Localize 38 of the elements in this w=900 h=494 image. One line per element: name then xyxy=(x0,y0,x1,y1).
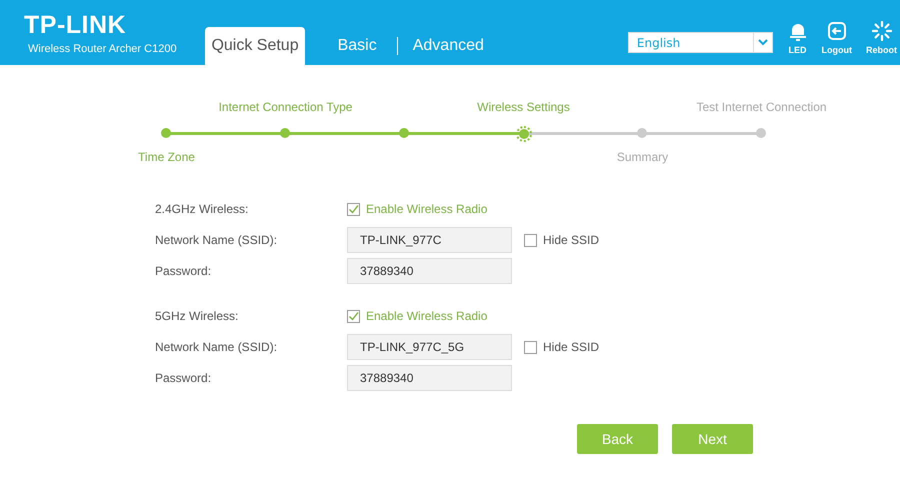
field-label: 2.4GHz Wireless: xyxy=(155,202,250,216)
checkbox[interactable] xyxy=(347,310,360,322)
model-name: Wireless Router Archer C1200 xyxy=(28,43,178,55)
reboot-button[interactable]: Reboot xyxy=(863,21,900,55)
nav-tab[interactable]: Quick Setup xyxy=(205,27,305,65)
step-label: Internet Connection Type xyxy=(218,100,352,116)
field-label: Network Name (SSID): xyxy=(155,340,278,354)
led-button[interactable]: LED xyxy=(784,21,810,55)
checkbox[interactable] xyxy=(524,234,537,246)
input-field[interactable]: TP-LINK_977C xyxy=(347,227,512,253)
nav-tab[interactable]: Advanced xyxy=(402,27,495,65)
reboot-icon xyxy=(872,21,892,41)
field-label: Password: xyxy=(155,371,212,385)
step-label: Time Zone xyxy=(138,150,195,166)
caret-icon xyxy=(758,39,768,46)
nav-tab[interactable]: Basic xyxy=(326,27,388,65)
language-select[interactable]: English xyxy=(628,32,772,53)
back-button[interactable]: Back xyxy=(577,424,658,454)
logout-icon xyxy=(826,21,847,41)
step-label: Test Internet Connection xyxy=(696,100,827,116)
field-label: Network Name (SSID): xyxy=(155,233,278,247)
field-label: 5GHz Wireless: xyxy=(155,309,240,323)
enable-radio-checkbox[interactable]: Enable Wireless Radio xyxy=(347,309,488,323)
logo: TP-LINK xyxy=(24,11,128,39)
logout-button[interactable]: Logout xyxy=(818,21,855,55)
input-field[interactable]: 37889340 xyxy=(347,258,512,284)
checkbox[interactable] xyxy=(524,340,537,354)
checkbox[interactable] xyxy=(347,202,360,216)
next-button[interactable]: Next xyxy=(672,424,753,454)
bulb-icon xyxy=(788,21,808,41)
enable-radio-checkbox[interactable]: Enable Wireless Radio xyxy=(347,202,488,216)
step-label: Summary xyxy=(616,150,668,166)
input-field[interactable]: 37889340 xyxy=(347,365,512,391)
field-label: Password: xyxy=(155,264,212,278)
input-field[interactable]: TP-LINK_977C_5G xyxy=(347,334,512,360)
step-label: Wireless Settings xyxy=(477,100,570,116)
hide-ssid-checkbox[interactable]: Hide SSID xyxy=(524,340,600,354)
hide-ssid-checkbox[interactable]: Hide SSID xyxy=(524,233,600,247)
